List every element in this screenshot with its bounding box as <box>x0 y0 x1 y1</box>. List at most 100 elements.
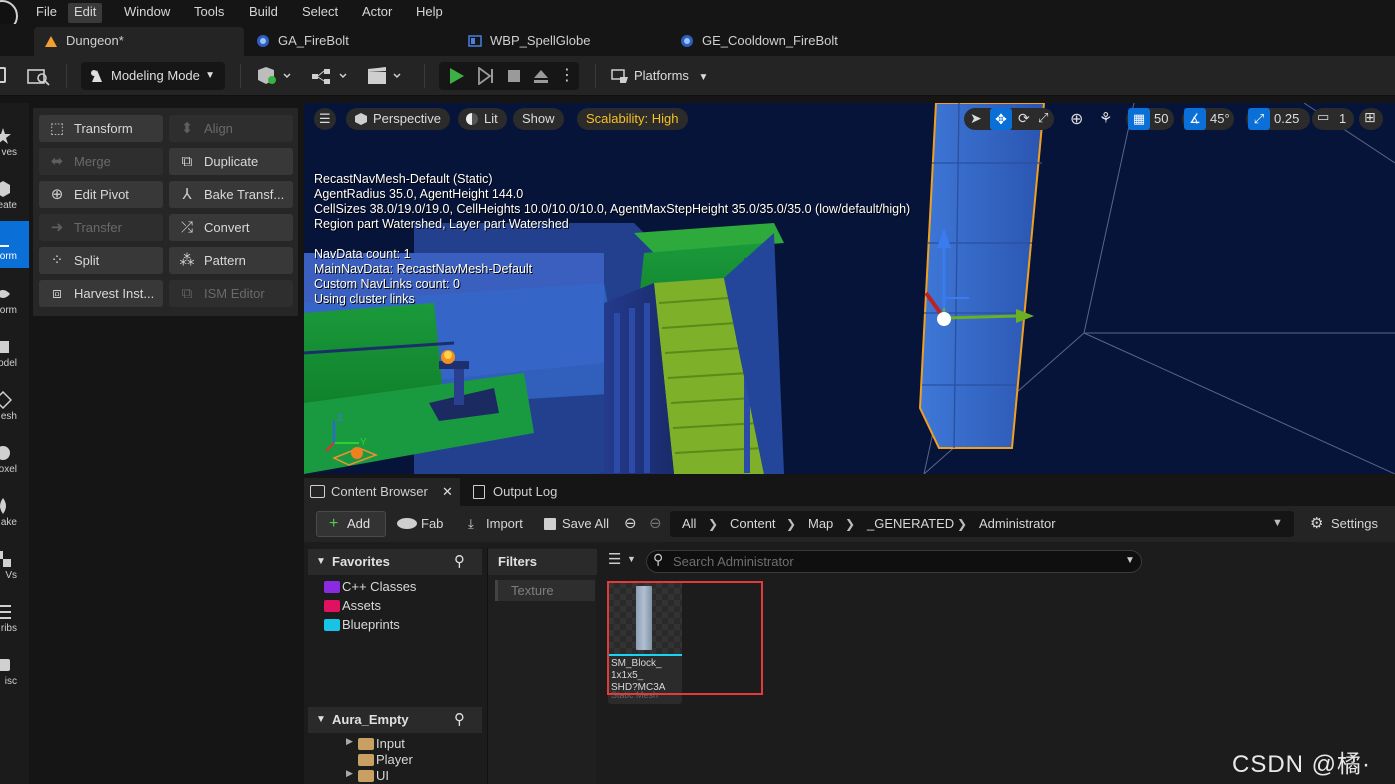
show-button[interactable]: Show <box>513 108 564 130</box>
camera-speed-button[interactable]: ▭ 1 <box>1312 108 1354 130</box>
fab-button[interactable]: Fab <box>397 514 443 534</box>
tab-ga-firebolt[interactable]: GA_FireBolt <box>246 27 446 56</box>
crumb-all[interactable]: All <box>682 511 696 537</box>
step-icon[interactable] <box>476 67 494 85</box>
category-model[interactable]: odel <box>0 328 29 378</box>
perspective-button[interactable]: Perspective <box>346 108 450 130</box>
fab-icon <box>397 518 417 529</box>
chevron-right-icon[interactable]: ❯ <box>957 517 967 531</box>
tool-split-button[interactable]: ⁘ Split <box>39 247 163 274</box>
scale-snap-button[interactable]: ⤢ 0.25 <box>1246 108 1310 130</box>
search-input[interactable]: ⚲ Search Administrator ▼ <box>646 550 1142 573</box>
category-favorites[interactable]: ves <box>0 117 29 167</box>
category-transform[interactable]: orm <box>0 221 29 268</box>
collapse-arrow-icon: ▼ <box>316 714 326 725</box>
import-button[interactable]: ⤓ Import <box>468 514 523 534</box>
eject-icon[interactable] <box>532 67 550 85</box>
filter-icon[interactable]: ☰ <box>608 550 621 568</box>
category-misc[interactable]: isc <box>0 646 29 696</box>
settings-button[interactable]: ⚙ Settings <box>1310 514 1378 534</box>
menu-file[interactable]: File <box>30 3 63 23</box>
level-viewport[interactable]: Y Z ☰ Perspective Lit Show Scalability: … <box>304 103 1395 474</box>
content-browser-icon[interactable] <box>27 66 51 86</box>
chevron-right-icon[interactable]: ❯ <box>708 517 718 531</box>
add-actor-icon[interactable] <box>256 66 294 86</box>
menu-help[interactable]: Help <box>410 3 449 23</box>
tool-label: Harvest Inst... <box>74 286 155 301</box>
menu-edit[interactable]: Edit <box>68 3 103 23</box>
close-icon[interactable]: ✕ <box>442 478 453 505</box>
search-icon[interactable]: ⚲ <box>454 707 465 733</box>
viewport-layout-button[interactable]: ⊞ <box>1359 108 1383 130</box>
rotate-icon[interactable]: ⟳ <box>1018 110 1030 127</box>
chevron-right-icon[interactable]: ❯ <box>786 517 796 531</box>
blueprint-menu-icon[interactable] <box>310 66 350 86</box>
favorites-header[interactable]: ▼ Favorites ⚲ <box>308 549 482 575</box>
tool-convert-button[interactable]: ⤮ Convert <box>169 214 293 241</box>
tab-content-browser[interactable]: Content Browser ✕ <box>304 478 460 506</box>
menu-window[interactable]: Window <box>118 3 176 23</box>
chevron-down-icon[interactable]: ▼ <box>1125 555 1135 566</box>
crumb-generated[interactable]: _GENERATED <box>867 511 954 537</box>
surface-snap-icon[interactable]: ⚘ <box>1099 109 1112 127</box>
tab-wbp-spellglobe[interactable]: WBP_SpellGlobe <box>458 27 668 56</box>
category-uvs[interactable]: Vs <box>0 540 29 590</box>
crumb-administrator[interactable]: Administrator <box>979 511 1056 537</box>
search-icon[interactable]: ⚲ <box>454 549 465 575</box>
layout-icon: ⊞ <box>1364 109 1376 125</box>
forward-arrow-icon[interactable]: ⊖ <box>649 514 662 534</box>
scalability-button[interactable]: Scalability: High <box>577 108 688 130</box>
menu-tools[interactable]: Tools <box>188 3 230 23</box>
expand-arrow-icon[interactable]: ▶ <box>346 736 353 747</box>
modeling-mode-dropdown[interactable]: Modeling Mode ▼ <box>81 62 225 90</box>
crumb-content[interactable]: Content <box>730 511 776 537</box>
tool-bake-transf-button[interactable]: ⅄ Bake Transf... <box>169 181 293 208</box>
stop-icon[interactable] <box>505 67 523 85</box>
category-attributes[interactable]: ribs <box>0 593 29 643</box>
chevron-right-icon[interactable]: ❯ <box>845 517 855 531</box>
cinematics-icon[interactable] <box>366 66 406 86</box>
tool-transform-button[interactable]: ⬚ Transform <box>39 115 163 142</box>
category-mesh[interactable]: esh <box>0 381 29 431</box>
tool-pattern-button[interactable]: ⁂ Pattern <box>169 247 293 274</box>
category-deform[interactable]: form <box>0 275 29 325</box>
tool-edit-pivot-button[interactable]: ⊕ Edit Pivot <box>39 181 163 208</box>
add-button[interactable]: + Add <box>316 511 386 537</box>
scale-icon[interactable]: ⤢ <box>1038 110 1048 126</box>
content-browser-toolbar: + Add Fab ⤓ Import Save All ⊖ ⊖ All ❯ Co… <box>304 506 1395 542</box>
category-create[interactable]: eate <box>0 170 29 220</box>
world-space-icon[interactable]: ⊕ <box>1070 109 1083 129</box>
content-browser-panel: Content Browser ✕ Output Log + Add Fab ⤓… <box>304 478 1395 784</box>
play-icon[interactable] <box>447 67 465 85</box>
tool-duplicate-button[interactable]: ⧉ Duplicate <box>169 148 293 175</box>
lit-button[interactable]: Lit <box>458 108 507 130</box>
texture-filter-chip[interactable]: Texture <box>495 580 595 601</box>
tool-harvest-inst-button[interactable]: ⧈ Harvest Inst... <box>39 280 163 307</box>
sources-panel: ▼ Favorites ⚲ C++ Classes Assets Bluepri… <box>308 548 482 784</box>
category-voxel[interactable]: oxel <box>0 434 29 484</box>
rotation-snap-button[interactable]: ∡ 45° <box>1182 108 1234 130</box>
back-arrow-icon[interactable]: ⊖ <box>624 514 637 534</box>
viewport-options-button[interactable]: ☰ <box>314 108 336 130</box>
chevron-down-icon[interactable]: ▼ <box>627 554 636 564</box>
tab-ge-cooldown-firebolt[interactable]: GE_Cooldown_FireBolt <box>670 27 900 56</box>
save-icon[interactable] <box>0 67 6 83</box>
platforms-dropdown[interactable]: Platforms ▼ <box>611 66 708 86</box>
project-header[interactable]: ▼ Aura_Empty ⚲ <box>308 707 482 733</box>
crumb-map[interactable]: Map <box>808 511 833 537</box>
tab-dungeon[interactable]: Dungeon* <box>34 27 244 56</box>
tool-transfer-button: ➜ Transfer <box>39 214 163 241</box>
play-options-icon[interactable]: ⋮ <box>559 66 575 86</box>
save-all-button[interactable]: Save All <box>544 514 609 534</box>
category-bake[interactable]: ake <box>0 487 29 537</box>
menu-select[interactable]: Select <box>296 3 344 23</box>
menu-actor[interactable]: Actor <box>356 3 398 23</box>
tab-output-log[interactable]: Output Log <box>470 478 557 506</box>
grid-snap-button[interactable]: ▦ 50 <box>1126 108 1174 130</box>
expand-arrow-icon[interactable]: ▶ <box>346 768 353 779</box>
search-icon: ⚲ <box>653 551 664 567</box>
chevron-down-icon[interactable]: ▼ <box>1272 517 1283 529</box>
menu-build[interactable]: Build <box>243 3 284 23</box>
select-cursor-icon[interactable]: ➤ <box>970 110 982 127</box>
translate-icon[interactable]: ✥ <box>990 108 1012 130</box>
